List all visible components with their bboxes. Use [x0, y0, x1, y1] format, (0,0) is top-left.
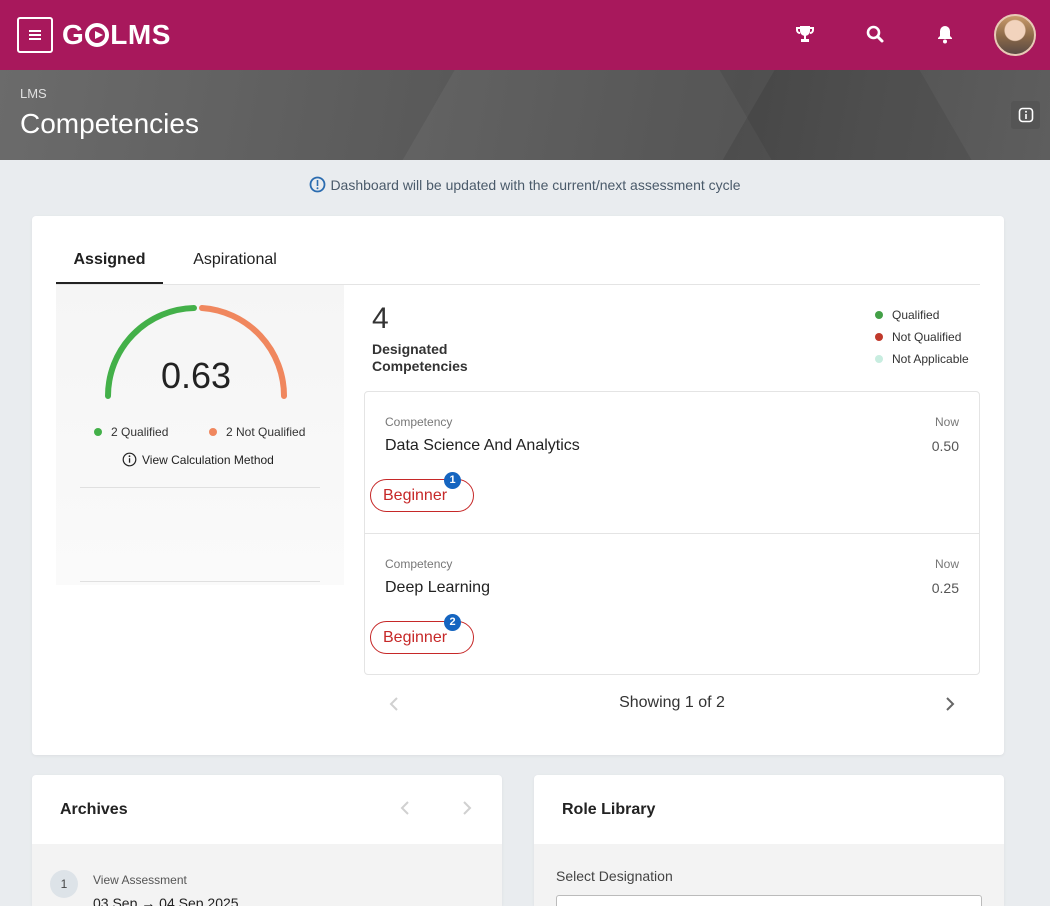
- user-avatar[interactable]: [994, 14, 1036, 56]
- view-calculation-method-link[interactable]: View Calculation Method: [122, 452, 274, 467]
- competency-name: Data Science And Analytics: [385, 437, 580, 454]
- chevron-right-icon: [946, 697, 955, 711]
- now-value: 0.50: [931, 438, 959, 454]
- chevron-right-icon: [463, 801, 472, 815]
- top-navbar: G LMS: [0, 0, 1050, 70]
- calc-link-label: View Calculation Method: [142, 452, 274, 467]
- pager-prev-button[interactable]: [383, 693, 405, 715]
- level-label: Beginner: [383, 487, 448, 504]
- not-applicable-dot: [875, 355, 883, 363]
- chevron-left-icon: [400, 801, 409, 815]
- role-library-body: Select Designation: [534, 844, 1004, 906]
- competency-card: Assigned Aspirational 0.63 2 Qualified 2…: [32, 216, 1004, 755]
- status-legend-label: Not Applicable: [892, 352, 969, 366]
- competency-list: Competency Data Science And Analytics No…: [364, 391, 980, 675]
- level-badge: 1: [444, 472, 461, 489]
- assessment-notice: Dashboard will be updated with the curre…: [0, 176, 1050, 196]
- logo-text-right: LMS: [110, 19, 171, 50]
- status-legend-label: Qualified: [892, 308, 940, 322]
- competency-item[interactable]: Competency Data Science And Analytics No…: [365, 392, 979, 533]
- breadcrumb[interactable]: LMS: [20, 86, 47, 101]
- score-panel: 0.63 2 Qualified 2 Not Qualified View Ca…: [56, 285, 344, 585]
- qualified-dot: [94, 428, 102, 436]
- now-value: 0.25: [931, 580, 959, 596]
- page-header-band: LMS Competencies: [0, 70, 1050, 160]
- golms-logo[interactable]: G LMS: [62, 17, 171, 53]
- archives-body: 1 View Assessment 03 Sep → 04 Sep 2025: [32, 844, 502, 906]
- role-library-card: Role Library Select Designation: [534, 775, 1004, 906]
- logo-text-left: G: [62, 19, 85, 50]
- info-icon: [122, 452, 137, 467]
- role-library-title: Role Library: [562, 801, 656, 818]
- not-qualified-dot: [875, 333, 883, 341]
- status-legend-label: Not Qualified: [892, 330, 962, 344]
- competency-caption: Competency: [385, 415, 453, 429]
- view-assessment-link[interactable]: View Assessment: [93, 873, 187, 887]
- archives-next-button[interactable]: [462, 801, 472, 820]
- chevron-left-icon: [389, 697, 398, 711]
- hamburger-icon: [29, 30, 41, 40]
- now-caption: Now: [934, 415, 959, 429]
- archive-item-dates: 03 Sep → 04 Sep 2025: [93, 895, 239, 906]
- designation-select[interactable]: [556, 895, 982, 906]
- info-circle-icon: [309, 176, 326, 196]
- status-legend-not-qualified: Not Qualified: [875, 330, 961, 344]
- page-title: Competencies: [20, 108, 199, 139]
- tab-bar: Assigned Aspirational: [56, 236, 980, 285]
- archive-item-number: 1: [50, 870, 78, 898]
- legend-not-qualified: 2 Not Qualified: [209, 425, 305, 439]
- pager-status: Showing 1 of 2: [619, 694, 725, 711]
- panel-divider: [80, 581, 320, 582]
- hamburger-menu-button[interactable]: [17, 17, 53, 53]
- competency-caption: Competency: [385, 557, 453, 571]
- bell-icon[interactable]: [933, 22, 957, 46]
- logo-play-icon: [85, 23, 110, 47]
- page-info-button[interactable]: [1011, 101, 1040, 129]
- tab-assigned[interactable]: Assigned: [56, 236, 163, 284]
- competency-item[interactable]: Competency Deep Learning Now 0.25 Beginn…: [365, 533, 979, 674]
- designated-count: 4: [372, 302, 389, 335]
- legend-qualified: 2 Qualified: [94, 425, 168, 439]
- archives-card: Archives 1 View Assessment 03 Sep → 04 S…: [32, 775, 502, 906]
- level-label: Beginner: [383, 629, 448, 646]
- select-designation-label: Select Designation: [556, 868, 673, 884]
- status-legend-not-applicable: Not Applicable: [875, 352, 969, 366]
- archives-prev-button[interactable]: [400, 801, 410, 820]
- legend-not-qualified-label: 2 Not Qualified: [226, 425, 306, 439]
- now-caption: Now: [934, 557, 959, 571]
- pager-next-button[interactable]: [939, 693, 961, 715]
- tab-aspirational[interactable]: Aspirational: [180, 236, 290, 284]
- search-icon[interactable]: [863, 22, 887, 46]
- qualified-dot: [875, 311, 883, 319]
- archives-title: Archives: [60, 801, 128, 818]
- designated-label: Designated Competencies: [372, 341, 468, 374]
- status-legend-qualified: Qualified: [875, 308, 939, 322]
- notice-text: Dashboard will be updated with the curre…: [330, 177, 741, 193]
- level-badge: 2: [444, 614, 461, 631]
- competency-name: Deep Learning: [385, 579, 490, 596]
- info-icon: [1018, 107, 1033, 123]
- panel-divider: [80, 487, 320, 488]
- trophy-icon[interactable]: [793, 22, 817, 46]
- not-qualified-dot: [209, 428, 217, 436]
- score-value: 0.63: [160, 355, 232, 396]
- header-decoration: [713, 70, 1007, 160]
- legend-qualified-label: 2 Qualified: [111, 425, 169, 439]
